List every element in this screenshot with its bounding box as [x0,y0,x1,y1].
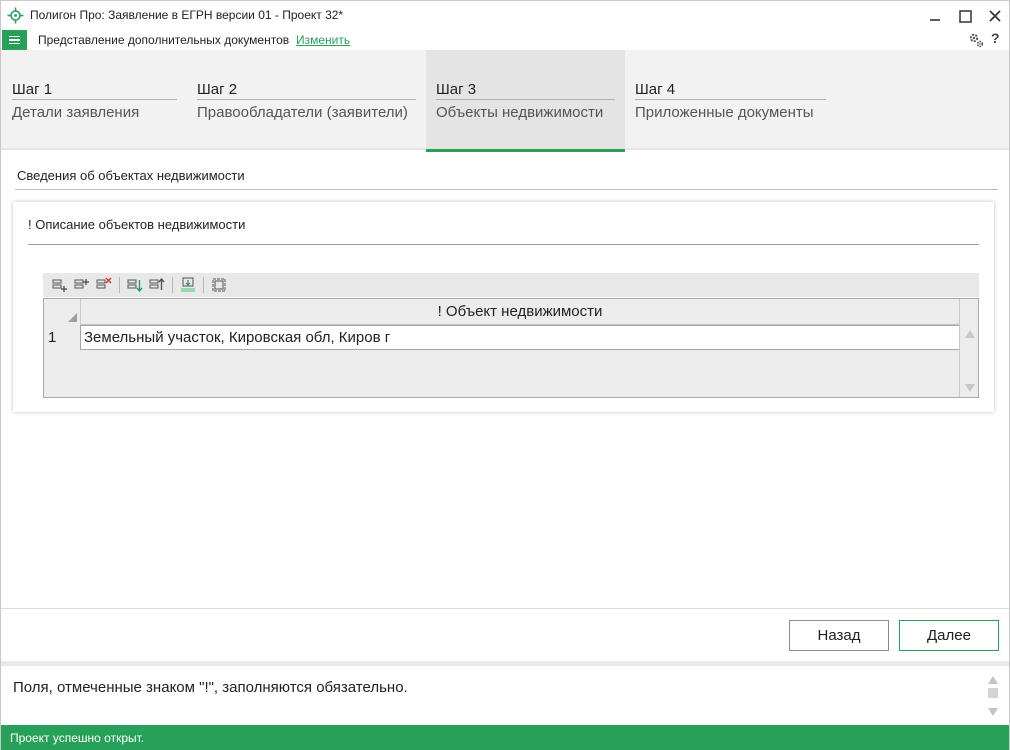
ribbon-bar: Представление дополнительных документов … [1,30,1009,50]
step-number: Шаг 3 [436,81,615,100]
hint-panel: Поля, отмеченные знаком "!", заполняются… [1,666,1009,724]
scroll-up-icon[interactable] [965,330,975,338]
back-button[interactable]: Назад [789,620,889,651]
step-label: Детали заявления [12,104,140,121]
section-divider [15,189,998,190]
toolbar-separator [203,277,204,293]
delete-row-icon [96,277,112,289]
close-button[interactable] [983,5,1007,27]
row-number[interactable]: 1 [44,325,80,350]
add-row-icon [52,279,67,292]
hint-text: Поля, отмеченные знаком "!", заполняются… [13,679,408,696]
hamburger-icon [9,35,20,38]
card-divider [28,244,979,245]
hamburger-icon-line [9,39,20,41]
import-xml-icon [181,277,195,292]
section-title: Сведения об объектах недвижимости [17,168,245,183]
app-logo-icon [7,7,24,24]
move-down-icon [127,279,143,293]
select-all-corner-icon [68,313,77,322]
objects-table: ! Объект недвижимости 1 Земельный участо… [43,298,979,398]
delete-row-button[interactable] [95,276,113,294]
select-all-button[interactable] [210,276,228,294]
tab-step-1[interactable]: Шаг 1 Детали заявления [1,50,187,150]
toolbar-separator [172,277,173,293]
minimize-icon [930,19,940,21]
title-bar: Полигон Про: Заявление в ЕГРН версии 01 … [1,1,1009,30]
scroll-thumb[interactable] [988,688,998,698]
gears-icon[interactable] [967,31,985,49]
scroll-down-icon[interactable] [988,708,998,716]
minimize-button[interactable] [923,5,947,27]
select-all-icon [212,278,226,292]
step-number: Шаг 1 [12,81,177,100]
objects-card: ! Описание объектов недвижимости ! Объек… [13,202,994,412]
hint-scrollbar[interactable] [986,674,1000,720]
step-tabs: Шаг 1 Детали заявления Шаг 2 Правооблада… [1,50,1009,152]
status-bar: Проект успешно открыт. [1,725,1009,750]
table-corner[interactable] [44,299,80,325]
move-up-button[interactable] [148,276,166,294]
table-scrollbar[interactable] [959,299,978,397]
table-cell-object[interactable]: Земельный участок, Кировская обл, Киров … [80,325,960,350]
close-icon [989,10,1001,22]
table-toolbar [43,273,979,297]
maximize-button[interactable] [953,5,977,27]
step-label: Объекты недвижимости [436,104,604,121]
tab-step-4[interactable]: Шаг 4 Приложенные документы [625,50,845,150]
app-window: Полигон Про: Заявление в ЕГРН версии 01 … [0,0,1010,750]
help-button[interactable]: ? [991,30,1000,46]
insert-row-button[interactable] [73,276,91,294]
window-title: Полигон Про: Заявление в ЕГРН версии 01 … [30,8,344,22]
active-tab-indicator [426,149,625,152]
hamburger-icon-line [9,42,20,45]
maximize-icon [958,9,972,23]
move-down-button[interactable] [126,276,144,294]
move-up-icon [149,277,165,290]
insert-row-icon [74,279,89,289]
change-mode-link[interactable]: Изменить [296,33,350,47]
next-button[interactable]: Далее [899,620,999,651]
footer-divider [1,608,1009,609]
main-menu-button[interactable] [2,30,27,50]
step-number: Шаг 2 [197,81,416,100]
toolbar-separator [119,277,120,293]
card-title: ! Описание объектов недвижимости [28,217,246,232]
scroll-up-icon[interactable] [988,676,998,684]
step-label: Приложенные документы [635,104,814,121]
tab-step-2[interactable]: Шаг 2 Правообладатели (заявители) [187,50,426,150]
import-xml-button[interactable] [179,276,197,294]
column-header-object[interactable]: ! Объект недвижимости [80,299,959,325]
tab-step-3[interactable]: Шаг 3 Объекты недвижимости [426,50,625,152]
step-label: Правообладатели (заявители) [197,104,408,121]
step-number: Шаг 4 [635,81,826,100]
scroll-down-icon[interactable] [965,384,975,392]
document-mode-label: Представление дополнительных документов [38,33,290,47]
status-text: Проект успешно открыт. [10,731,145,745]
add-row-button[interactable] [51,276,69,294]
